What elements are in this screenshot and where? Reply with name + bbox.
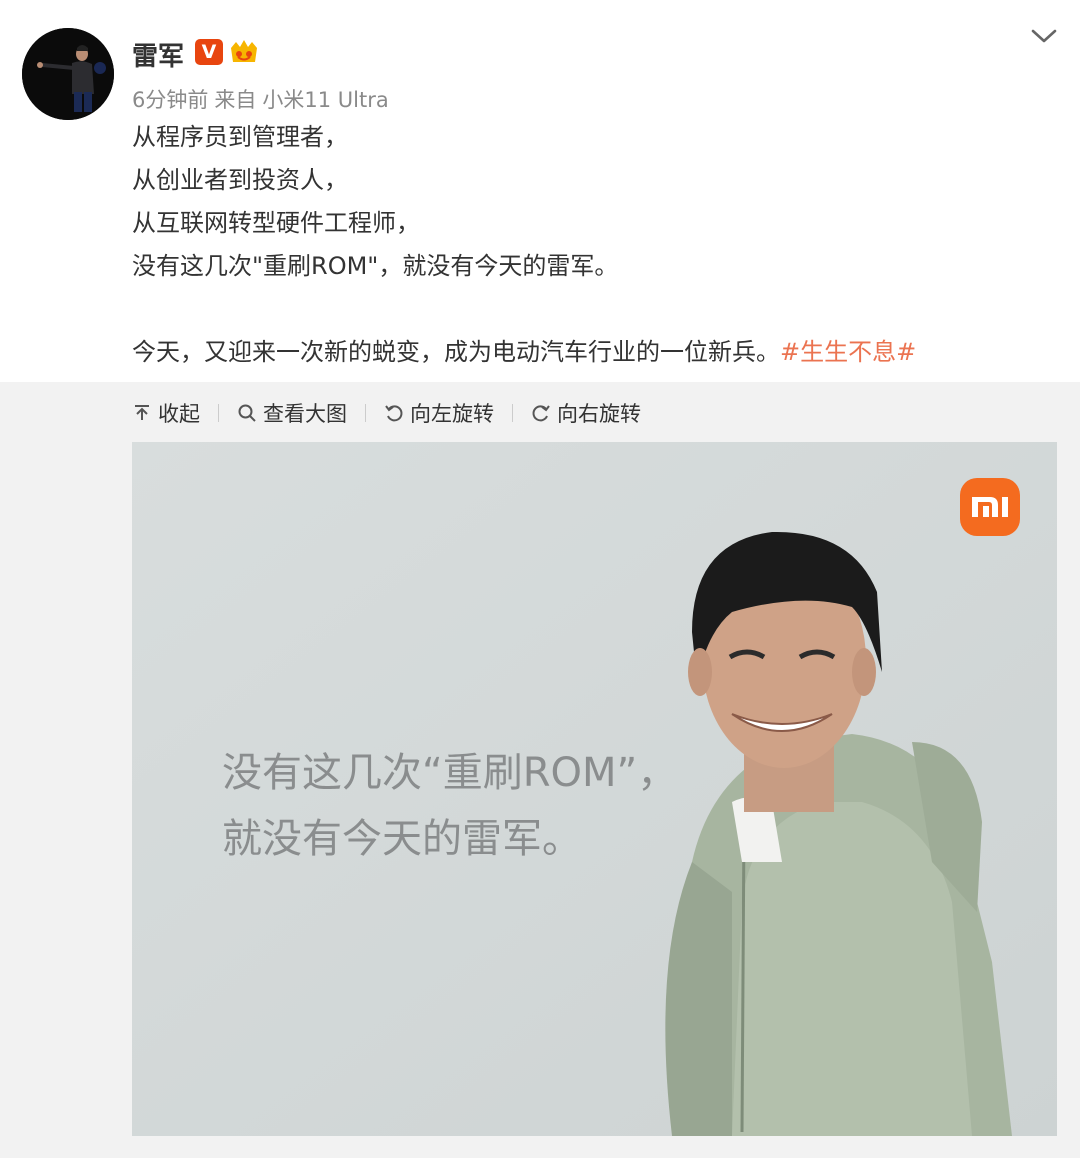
post-line: 从创业者到投资人，: [132, 166, 348, 194]
rotate-left-button[interactable]: 向左旋转: [384, 398, 494, 428]
post-line: 今天，又迎来一次新的蜕变，成为电动汽车行业的一位新兵。#生生不息#: [132, 331, 1032, 374]
image-caption-line: 没有这几次“重刷ROM”，: [222, 750, 678, 796]
post-line: 从互联网转型硬件工程师，: [132, 209, 420, 237]
collapse-button[interactable]: 收起: [132, 398, 200, 428]
post-last-line: 今天，又迎来一次新的蜕变，成为电动汽车行业的一位新兵。: [132, 338, 780, 366]
hashtag-link[interactable]: #生生不息#: [780, 338, 916, 366]
post-time[interactable]: 6分钟前: [132, 88, 208, 112]
media-toolbar: 收起 查看大图 向左旋转 向右旋转: [132, 396, 641, 430]
rotate-left-label: 向左旋转: [410, 402, 494, 426]
media-panel: 收起 查看大图 向左旋转 向右旋转 没有这几次“重刷ROM”， 就没有今天的雷军…: [0, 382, 1080, 1158]
rotate-left-icon: [385, 405, 403, 422]
vip-crown-icon[interactable]: [228, 38, 260, 66]
source-prefix: 来自: [214, 88, 257, 112]
image-caption: 没有这几次“重刷ROM”， 就没有今天的雷军。: [222, 740, 677, 872]
toolbar-divider: [218, 404, 219, 422]
search-icon: [238, 404, 256, 422]
post-line: 从程序员到管理者，: [132, 123, 348, 151]
collapse-label: 收起: [158, 402, 200, 426]
post-header: 雷军 V 6分钟前 来自 小米11 Ultra 从程序员到管理者， 从创业者到投资人…: [0, 0, 1080, 382]
view-large-button[interactable]: 查看大图: [237, 398, 347, 428]
toolbar-divider: [512, 404, 513, 422]
post-meta: 6分钟前 来自 小米11 Ultra: [132, 84, 395, 114]
rotate-right-label: 向右旋转: [557, 402, 641, 426]
toolbar-divider: [365, 404, 366, 422]
author-name[interactable]: 雷军: [132, 36, 184, 73]
verified-badge: V: [195, 39, 223, 65]
view-large-label: 查看大图: [263, 402, 347, 426]
chevron-down-icon[interactable]: [1030, 26, 1058, 46]
post-image[interactable]: 没有这几次“重刷ROM”， 就没有今天的雷军。: [132, 442, 1057, 1136]
rotate-right-button[interactable]: 向右旋转: [531, 398, 641, 428]
avatar[interactable]: [22, 28, 114, 120]
image-caption-line: 就没有今天的雷军。: [222, 816, 582, 862]
source-device[interactable]: 小米11 Ultra: [262, 88, 388, 112]
rotate-right-icon: [532, 405, 550, 422]
collapse-icon: [135, 405, 149, 420]
post-text: 从程序员到管理者， 从创业者到投资人， 从互联网转型硬件工程师， 没有这几次"重…: [132, 116, 1032, 374]
post-line: 没有这几次"重刷ROM"，就没有今天的雷军。: [132, 252, 619, 280]
xiaomi-logo: [960, 478, 1020, 536]
